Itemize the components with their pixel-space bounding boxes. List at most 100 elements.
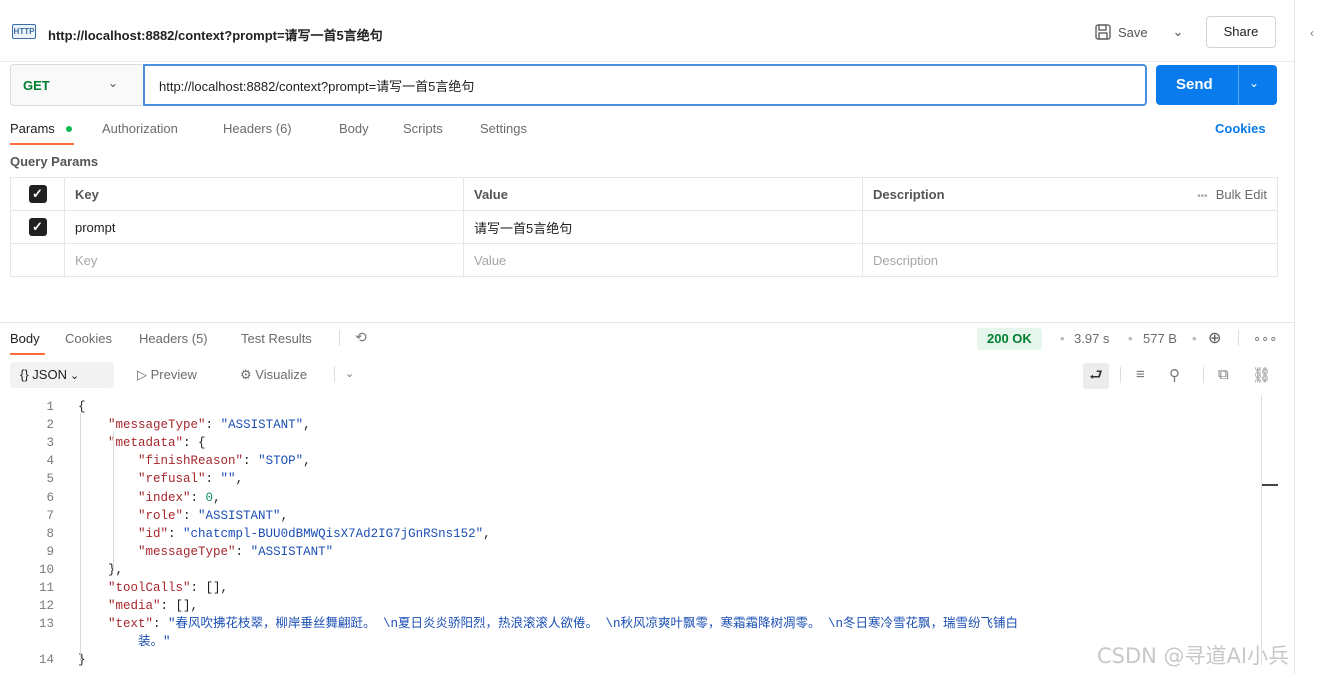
more-options-icon[interactable]: ∘∘∘ [1253, 331, 1277, 347]
tab-settings[interactable]: Settings [480, 121, 527, 136]
link-icon[interactable]: ⛓ [1252, 366, 1271, 384]
share-button[interactable]: Share [1206, 16, 1276, 48]
response-size[interactable]: 577 B [1143, 331, 1177, 346]
braces-icon: {} [20, 367, 33, 382]
pane-divider[interactable] [0, 322, 1294, 323]
separator-dot: • [1060, 331, 1065, 346]
param-enabled-checkbox[interactable]: ✓ [28, 218, 47, 236]
globe-icon[interactable]: ⊕ [1208, 328, 1221, 348]
table-row: ✓ prompt 请写一首5言绝句 [10, 210, 1278, 244]
code-text: "refusal": "", [138, 472, 244, 487]
tab-params[interactable]: Params [10, 121, 55, 136]
line-number: 13 [38, 617, 54, 632]
code-text: "media": [], [108, 599, 199, 614]
bulk-edit-label: Bulk Edit [1215, 186, 1267, 202]
tab-scripts[interactable]: Scripts [403, 121, 443, 136]
code-text: "metadata": { [108, 436, 206, 451]
save-icon [1095, 24, 1111, 40]
preview-button[interactable]: ▷ Preview [137, 367, 197, 383]
query-params-table: ✓ Key Value Description ••• Bulk Edit ✓ p… [10, 177, 1278, 277]
line-number: 8 [46, 526, 54, 541]
response-format-select[interactable]: {} JSON ⌄ [10, 362, 114, 388]
search-icon[interactable]: ⚲ [1169, 366, 1180, 384]
active-tab-indicator [10, 143, 74, 145]
table-row-empty: Key Value Description [10, 243, 1278, 277]
chevron-down-icon[interactable]: ⌄ [345, 367, 354, 380]
line-number: 1 [46, 400, 54, 414]
chevron-down-icon: ⌄ [66, 370, 80, 382]
code-scrollbar[interactable] [1261, 395, 1262, 665]
line-number: 9 [46, 544, 54, 559]
play-icon: ▷ [137, 367, 151, 382]
response-time[interactable]: 3.97 s [1074, 331, 1109, 346]
save-button[interactable]: Save [1094, 20, 1148, 44]
line-number: 4 [46, 454, 54, 469]
response-tab-headers[interactable]: Headers (5) [139, 331, 208, 346]
new-param-key-input[interactable]: Key [64, 243, 464, 277]
line-number: 14 [38, 653, 54, 668]
scrollbar-thumb[interactable] [1262, 484, 1278, 486]
tab-authorization[interactable]: Authorization [102, 121, 178, 136]
visualize-button[interactable]: ⚙ Visualize [240, 367, 307, 383]
indent-guide [80, 413, 81, 661]
active-tab-indicator [10, 353, 45, 355]
url-input[interactable] [143, 64, 1147, 106]
param-value-cell[interactable]: 请写一首5言绝句 [463, 210, 863, 244]
new-param-description-input[interactable]: Description [862, 243, 1278, 277]
response-body-code-viewer[interactable]: 1{2 "messageType": "ASSISTANT", 3 "metada… [0, 395, 1276, 674]
visualize-icon: ⚙ [240, 367, 256, 382]
param-description-cell[interactable] [862, 210, 1278, 244]
divider [1238, 330, 1239, 346]
line-number: 5 [46, 472, 54, 487]
line-number: 3 [46, 436, 54, 451]
line-number: 12 [38, 599, 54, 614]
visualize-label: Visualize [255, 367, 308, 382]
response-tab-cookies[interactable]: Cookies [65, 331, 112, 346]
format-label: JSON [32, 367, 67, 382]
params-active-dot-icon [66, 126, 72, 132]
tab-body[interactable]: Body [339, 121, 369, 136]
divider [334, 366, 335, 382]
divider [1203, 367, 1204, 383]
filter-icon[interactable]: ≡ [1136, 366, 1145, 383]
tab-headers[interactable]: Headers (6) [223, 121, 292, 136]
save-options-chevron-down-icon[interactable]: ⌄ [1166, 20, 1190, 44]
send-button[interactable]: Send ⌄ [1156, 65, 1277, 105]
code-text: "id": "chatcmpl-BUU0dBMWQisX7Ad2IG7jGnRS… [138, 526, 491, 541]
collapse-chevron-icon[interactable]: ‹ [1310, 26, 1314, 40]
column-header-value: Value [463, 177, 863, 211]
copy-icon[interactable]: ⧉ [1218, 366, 1229, 383]
watermark: CSDN @寻道AI小兵 [1097, 644, 1290, 668]
bulk-edit-button[interactable]: ••• Bulk Edit [1154, 177, 1278, 211]
right-sidebar-rail [1294, 0, 1320, 674]
divider [1120, 367, 1121, 383]
line-number: 7 [46, 508, 54, 523]
cookies-link[interactable]: Cookies [1215, 121, 1266, 136]
indent-guide [113, 431, 114, 571]
code-text: "text": "春风吹拂花枝翠，柳岸垂丝舞翩跹。 \n夏日炎炎骄阳烈，热浪滚滚… [108, 617, 1019, 632]
code-text: }, [78, 562, 124, 577]
line-number: 10 [38, 562, 54, 577]
send-label: Send [1176, 76, 1213, 93]
save-label: Save [1118, 24, 1148, 40]
code-text: "messageType": "ASSISTANT" [138, 544, 334, 559]
request-title[interactable]: http://localhost:8882/context?prompt=请写一… [48, 25, 383, 44]
new-param-value-input[interactable]: Value [463, 243, 863, 277]
code-text: "toolCalls": [], [108, 581, 229, 595]
status-badge[interactable]: 200 OK [977, 328, 1042, 350]
param-key-cell[interactable]: prompt [64, 210, 464, 244]
code-text: "role": "ASSISTANT", [138, 508, 289, 523]
separator-dot: • [1128, 331, 1133, 346]
code-text: "index": 0, [138, 490, 221, 505]
wrap-lines-icon[interactable]: ⮐ [1083, 363, 1109, 389]
history-icon[interactable]: ⟲ [355, 329, 367, 346]
send-options-chevron-down-icon[interactable]: ⌄ [1249, 76, 1259, 90]
http-icon: HTTP [12, 24, 36, 39]
response-tab-test-results[interactable]: Test Results [241, 331, 312, 346]
select-all-checkbox[interactable]: ✓ [28, 185, 47, 203]
method-label: GET [23, 78, 50, 93]
response-tab-body[interactable]: Body [10, 331, 40, 346]
divider [339, 330, 340, 346]
line-number: 2 [46, 418, 54, 433]
column-header-description: Description [862, 177, 1155, 211]
